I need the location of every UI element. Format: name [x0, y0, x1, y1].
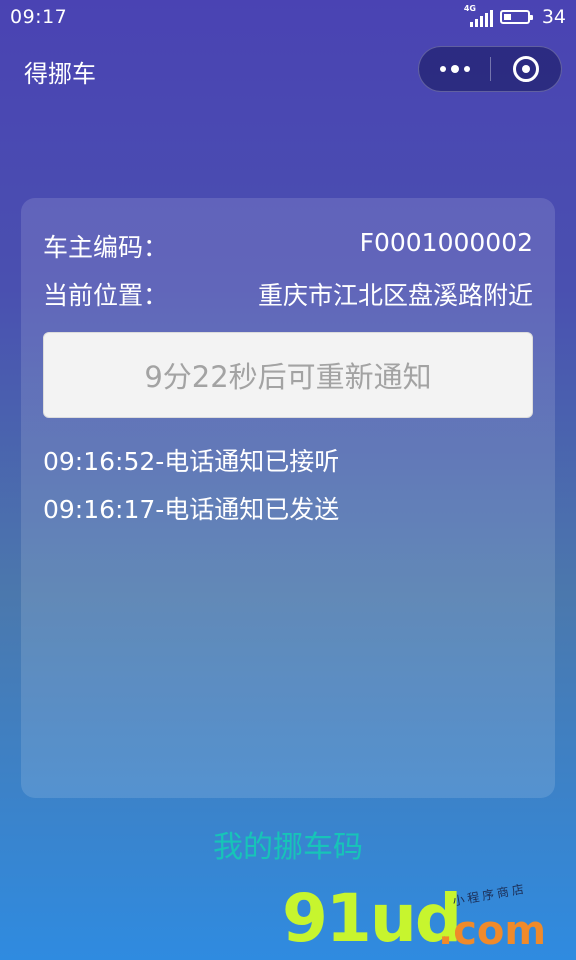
nav-bar: 得挪车 — [0, 36, 576, 104]
log-entry: 09:16:52-电话通知已接听 — [43, 447, 340, 476]
status-indicators: 4G 34 — [464, 4, 566, 29]
watermark-logo: 91ud .com 小程序商店 — [282, 880, 552, 960]
log-entry: 09:16:17-电话通知已发送 — [43, 495, 340, 524]
location-value: 重庆市江北区盘溪路附近 — [257, 281, 533, 310]
my-move-code-link[interactable]: 我的挪车码 — [0, 822, 576, 866]
more-dots-icon[interactable] — [419, 47, 490, 91]
watermark-main: 91ud — [282, 880, 462, 957]
app-title: 得挪车 — [24, 60, 96, 88]
location-label: 当前位置： — [43, 281, 169, 310]
watermark-tagline: 小程序商店 — [451, 881, 528, 909]
owner-code-label: 车主编码： — [43, 233, 169, 262]
notification-log: 09:16:52-电话通知已接听 09:16:17-电话通知已发送 — [43, 438, 339, 534]
renotify-button[interactable]: 9分22秒后可重新通知 — [43, 332, 533, 418]
location-row: 当前位置： 重庆市江北区盘溪路附近 — [43, 276, 533, 312]
owner-code-row: 车主编码： F0001000002 — [43, 228, 533, 264]
close-circle-icon — [513, 56, 539, 82]
mini-program-capsule — [418, 46, 562, 92]
owner-code-value: F0001000002 — [359, 228, 533, 257]
watermark-suffix: .com — [438, 908, 547, 954]
notification-card: 车主编码： F0001000002 当前位置： 重庆市江北区盘溪路附近 9分22… — [21, 198, 555, 798]
battery-percent: 34 — [541, 6, 566, 28]
status-bar: 09:17 4G 34 — [0, 0, 576, 36]
battery-icon — [499, 10, 533, 24]
signal-icon: 4G — [464, 4, 493, 27]
close-button[interactable] — [491, 47, 561, 91]
status-time: 09:17 — [10, 6, 68, 28]
